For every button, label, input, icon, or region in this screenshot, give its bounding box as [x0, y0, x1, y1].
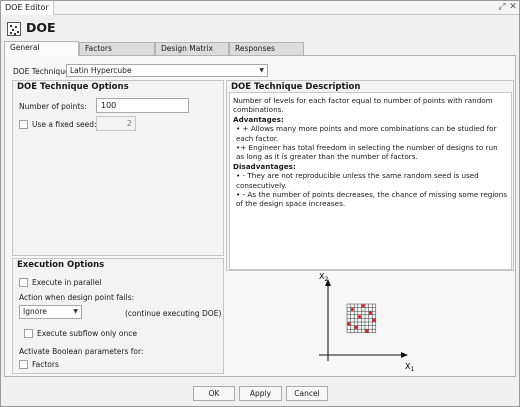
sample-point: [372, 318, 376, 322]
general-panel: DOE Technique: Latin Hypercube ▼ DOE Tec…: [4, 55, 516, 377]
fixed-seed-input[interactable]: 2: [96, 116, 136, 131]
doe-editor-window: DOE Editor ⤢ ✕ DOE General Factors Desig…: [0, 0, 520, 407]
boolean-params-label: Activate Boolean parameters for:: [19, 347, 144, 356]
sample-point: [365, 329, 369, 333]
latin-hypercube-diagram: X2 X1: [319, 272, 414, 373]
x-axis-label: X1: [405, 362, 414, 373]
parallel-checkbox[interactable]: [19, 278, 28, 287]
disadvantage-item: • - They are not reproducible unless the…: [236, 171, 479, 190]
tab-responses[interactable]: Responses: [229, 42, 304, 55]
technique-description-text: Number of levels for each factor equal t…: [229, 92, 512, 270]
tab-design-matrix[interactable]: Design Matrix: [155, 42, 229, 55]
apply-button[interactable]: Apply: [239, 386, 282, 401]
sample-point: [368, 311, 372, 315]
fail-action-value: Ignore: [23, 307, 47, 316]
page-title: DOE: [26, 20, 56, 35]
description-intro: Number of levels for each factor equal t…: [233, 96, 493, 115]
technique-value: Latin Hypercube: [70, 66, 132, 75]
factors-label: Factors: [32, 360, 59, 369]
restore-icon[interactable]: ⤢: [497, 2, 507, 13]
tab-bar: General Factors Design Matrix Responses: [4, 41, 518, 56]
advantages-heading: Advantages:: [233, 114, 284, 124]
technique-label: DOE Technique:: [13, 67, 73, 76]
sample-point: [354, 325, 358, 329]
fixed-seed-checkbox[interactable]: [19, 120, 28, 129]
sample-point: [350, 307, 354, 311]
fail-action-select[interactable]: Ignore ▼: [19, 305, 82, 319]
technique-options-title: DOE Technique Options: [17, 82, 129, 92]
y-axis-label: X2: [319, 272, 328, 283]
technique-description-title: DOE Technique Description: [231, 82, 361, 92]
fail-action-label: Action when design point fails:: [19, 293, 135, 302]
ok-button[interactable]: OK: [193, 386, 235, 401]
disadvantage-item: • - As the number of points decreases, t…: [236, 190, 508, 209]
doe-grid-icon: [7, 22, 21, 36]
sample-point: [361, 304, 365, 308]
sample-point: [358, 315, 362, 319]
subflow-once-label: Execute subflow only once: [37, 329, 137, 338]
sample-point: [347, 322, 351, 326]
execution-options-title: Execution Options: [17, 260, 105, 270]
advantage-item: •+ Engineer has total freedom in selecti…: [236, 143, 498, 162]
factors-checkbox[interactable]: [19, 360, 28, 369]
cancel-button[interactable]: Cancel: [286, 386, 328, 401]
fixed-seed-label: Use a fixed seed:: [32, 120, 97, 129]
chevron-down-icon: ▼: [73, 308, 78, 315]
fail-action-note: (continue executing DOE): [125, 309, 222, 318]
advantage-item: • + Allows many more points and more com…: [236, 124, 497, 143]
parallel-label: Execute in parallel: [32, 278, 102, 287]
subflow-once-checkbox[interactable]: [24, 329, 33, 338]
x-axis-arrow-icon: [401, 352, 408, 358]
disadvantages-heading: Disadvantages:: [233, 161, 296, 171]
num-points-input[interactable]: 100: [96, 98, 189, 113]
technique-select[interactable]: Latin Hypercube ▼: [66, 64, 268, 77]
num-points-label: Number of points:: [19, 102, 87, 111]
execution-options-group: Execution Options Execute in parallel Ac…: [12, 258, 224, 374]
close-icon[interactable]: ✕: [508, 2, 518, 13]
title-bar: DOE Editor ⤢ ✕: [1, 1, 519, 15]
tab-general[interactable]: General: [4, 41, 79, 56]
chevron-down-icon: ▼: [259, 67, 264, 74]
window-tab[interactable]: DOE Editor: [1, 1, 54, 15]
tab-factors[interactable]: Factors: [79, 42, 155, 55]
technique-options-group: DOE Technique Options Number of points: …: [12, 80, 224, 256]
